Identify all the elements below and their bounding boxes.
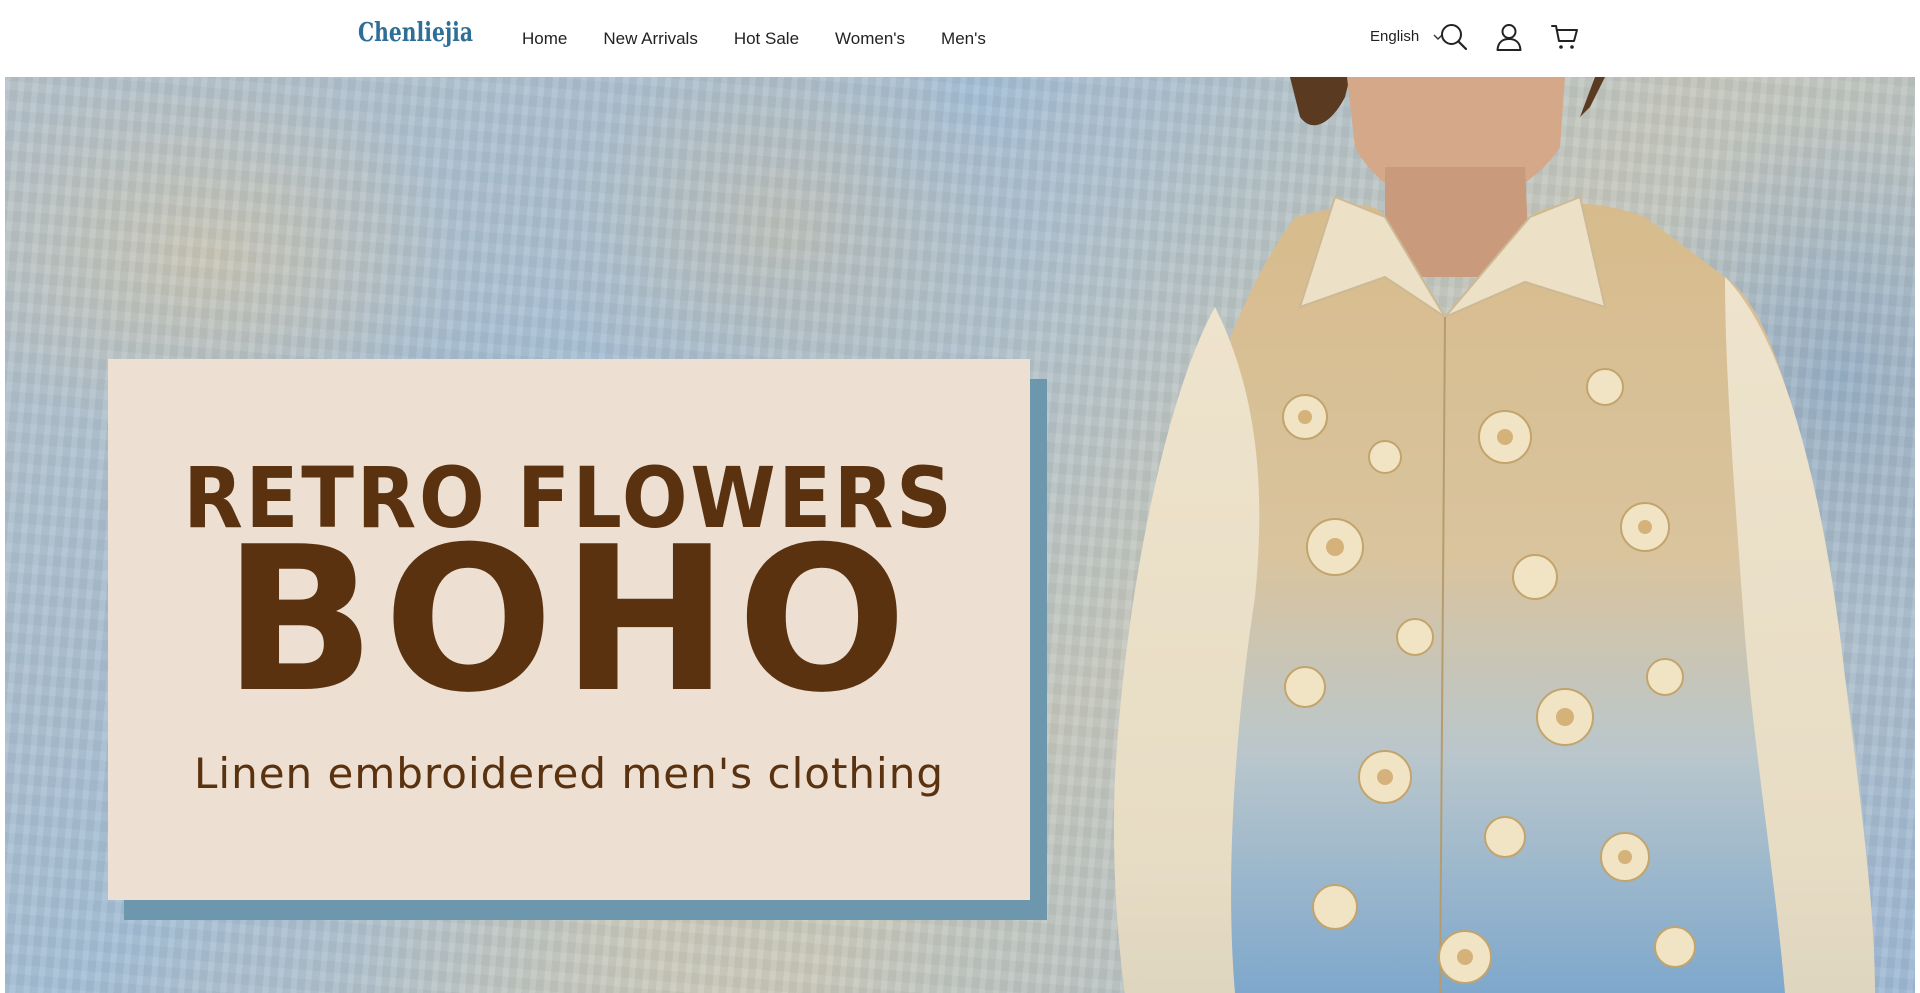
promo-tagline: Linen embroidered men's clothing xyxy=(194,749,944,798)
nav-item-hot-sale[interactable]: Hot Sale xyxy=(734,29,799,49)
nav-item-new-arrivals[interactable]: New Arrivals xyxy=(603,29,697,49)
model-photo xyxy=(1085,77,1915,993)
search-icon[interactable] xyxy=(1439,22,1469,52)
language-selector[interactable]: English xyxy=(1370,28,1443,45)
main-nav: Home New Arrivals Hot Sale Women's Men's xyxy=(522,0,1022,77)
cart-icon[interactable] xyxy=(1550,22,1580,52)
promo-headline: BOHO xyxy=(223,504,915,737)
nav-item-home[interactable]: Home xyxy=(522,29,567,49)
hero-banner[interactable]: RETRO FLOWERS BOHO Linen embroidered men… xyxy=(5,77,1915,993)
site-header: Chenliejia Home New Arrivals Hot Sale Wo… xyxy=(0,0,1920,77)
account-icon[interactable] xyxy=(1494,22,1524,52)
language-label: English xyxy=(1370,28,1420,45)
promo-card: RETRO FLOWERS BOHO Linen embroidered men… xyxy=(108,359,1030,900)
nav-item-mens[interactable]: Men's xyxy=(941,29,986,49)
site-logo[interactable]: Chenliejia xyxy=(358,18,473,48)
nav-item-womens[interactable]: Women's xyxy=(835,29,905,49)
